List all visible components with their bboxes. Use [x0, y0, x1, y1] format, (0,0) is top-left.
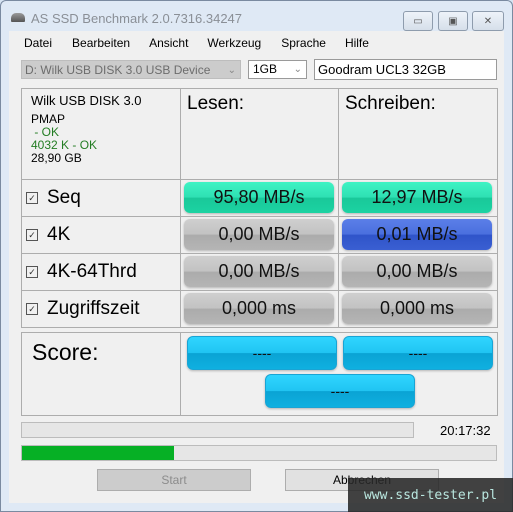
4k-64thrd-write-cell: 0,00 MB/s — [338, 253, 498, 291]
test-label: Seq — [47, 187, 81, 208]
menu-sprache[interactable]: Sprache — [269, 31, 334, 53]
size-select[interactable]: 1GB ⌄ — [248, 60, 307, 79]
zugriffszeit-checkbox[interactable]: ✓ — [26, 303, 38, 315]
chevron-down-icon: ⌄ — [293, 64, 302, 75]
drive-select[interactable]: D: Wilk USB DISK 3.0 USB Device ⌄ — [21, 60, 241, 79]
drive-app-icon — [11, 13, 25, 22]
4k-64thrd-read-value: 0,00 MB/s — [184, 256, 334, 287]
seq-write-value: 12,97 MB/s — [342, 182, 492, 213]
test-label: 4K — [47, 224, 71, 245]
4k-write-cell: 0,01 MB/s — [338, 216, 498, 254]
seq-read-cell: 95,80 MB/s — [180, 179, 339, 217]
benchmark-progress-bar — [21, 445, 497, 461]
test-label: 4K-64Thrd — [47, 261, 137, 282]
title-bar: AS SSD Benchmark 2.0.7316.34247 ▭ ▣ ✕ — [1, 1, 512, 31]
score-total: ---- — [265, 374, 415, 408]
zugriffszeit-read-cell: 0,000 ms — [180, 290, 339, 328]
menu-bar: Datei Bearbeiten Ansicht Werkzeug Sprach… — [9, 31, 377, 53]
seq-read-value: 95,80 MB/s — [184, 182, 334, 213]
device-name-input[interactable]: Goodram UCL3 32GB — [314, 59, 497, 80]
score-label: Score: — [21, 332, 181, 416]
seq-write-cell: 12,97 MB/s — [338, 179, 498, 217]
test-row-4k-64thrd: ✓ 4K-64Thrd — [21, 253, 181, 291]
elapsed-time: 20:17:32 — [440, 423, 491, 438]
watermark: www.ssd-tester.pl — [348, 478, 513, 512]
test-row-seq: ✓ Seq — [21, 179, 181, 217]
minimize-button[interactable]: ▭ — [403, 11, 433, 31]
menu-ansicht[interactable]: Ansicht — [138, 31, 196, 53]
write-header: Schreiben: — [338, 88, 498, 180]
menu-hilfe[interactable]: Hilfe — [334, 31, 377, 53]
4k-64thrd-read-cell: 0,00 MB/s — [180, 253, 339, 291]
zugriffszeit-read-value: 0,000 ms — [184, 293, 334, 324]
4k-64thrd-checkbox[interactable]: ✓ — [26, 266, 38, 278]
seq-checkbox[interactable]: ✓ — [26, 192, 38, 204]
menu-datei[interactable]: Datei — [9, 31, 60, 53]
maximize-button[interactable]: ▣ — [438, 11, 468, 31]
test-row-4k: ✓ 4K — [21, 216, 181, 254]
score-write: ---- — [343, 336, 493, 370]
menu-bearbeiten[interactable]: Bearbeiten — [60, 31, 138, 53]
window-title: AS SSD Benchmark 2.0.7316.34247 — [31, 11, 243, 26]
menu-werkzeug[interactable]: Werkzeug — [196, 31, 269, 53]
4k-read-cell: 0,00 MB/s — [180, 216, 339, 254]
4k-read-value: 0,00 MB/s — [184, 219, 334, 250]
drive-select-value: D: Wilk USB DISK 3.0 USB Device — [25, 63, 211, 77]
device-model: Wilk USB DISK 3.0 — [31, 93, 142, 108]
zugriffszeit-write-cell: 0,000 ms — [338, 290, 498, 328]
maximize-icon: ▣ — [448, 15, 458, 27]
minimize-icon: ▭ — [413, 15, 423, 27]
test-row-zugriffszeit: ✓ Zugriffszeit — [21, 290, 181, 328]
progress-fill — [22, 446, 174, 460]
read-header: Lesen: — [180, 88, 339, 180]
score-read: ---- — [187, 336, 337, 370]
zugriffszeit-write-value: 0,000 ms — [342, 293, 492, 324]
device-info: Wilk USB DISK 3.0 PMAP - OK 4032 K - OK … — [21, 88, 181, 180]
start-button[interactable]: Start — [97, 469, 251, 491]
client-area: Datei Bearbeiten Ansicht Werkzeug Sprach… — [9, 31, 504, 503]
close-button[interactable]: ✕ — [472, 11, 504, 31]
device-capacity: 28,90 GB — [31, 151, 82, 165]
4k-checkbox[interactable]: ✓ — [26, 229, 38, 241]
score-cell: ---- ---- ---- — [180, 332, 498, 416]
size-select-value: 1GB — [253, 62, 278, 76]
close-icon: ✕ — [483, 15, 493, 27]
app-window: AS SSD Benchmark 2.0.7316.34247 ▭ ▣ ✕ Da… — [0, 0, 513, 512]
4k-64thrd-write-value: 0,00 MB/s — [342, 256, 492, 287]
chevron-down-icon: ⌄ — [227, 65, 236, 76]
4k-write-value: 0,01 MB/s — [342, 219, 492, 250]
time-progress-bar — [21, 422, 414, 438]
test-label: Zugriffszeit — [47, 298, 140, 319]
